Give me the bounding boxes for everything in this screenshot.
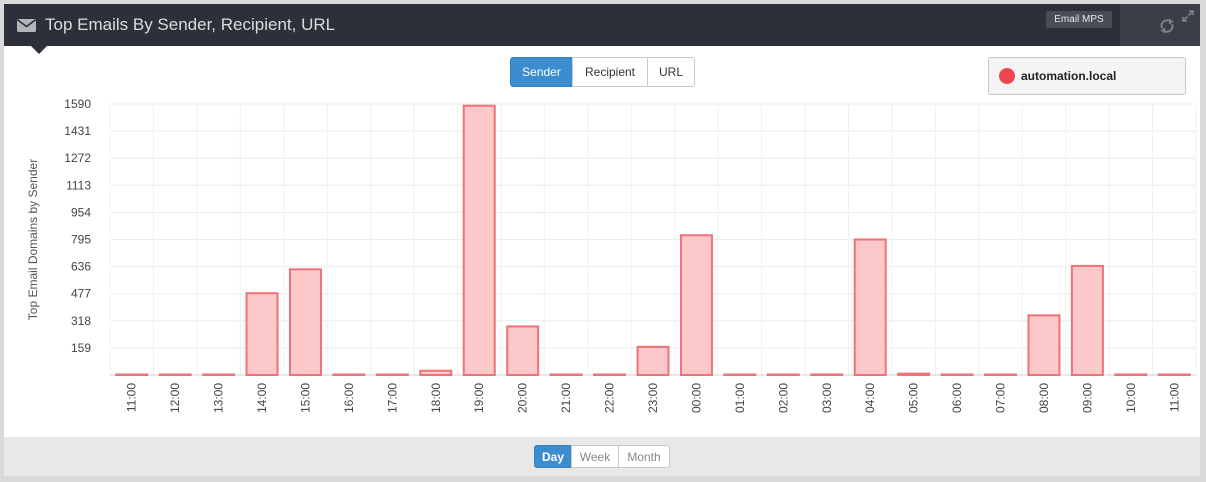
email-widget-panel: Top Emails By Sender, Recipient, URL Ema… [4,4,1200,476]
chart-bar [245,292,279,377]
chart-bar [288,268,322,377]
x-tick-label: 04:00 [863,383,877,413]
x-tick-label: 00:00 [689,383,703,413]
chart-bar [115,373,149,376]
y-axis-label: Top Email Domains by Sender [26,159,40,320]
x-tick-label: 01:00 [733,383,747,413]
x-tick-label: 03:00 [820,383,834,413]
y-tick-label: 1272 [64,151,91,165]
chart-bar [940,373,974,376]
chart-bar [897,372,931,376]
y-tick-label: 318 [71,314,91,328]
chart-bar [506,325,540,376]
x-tick-label: 23:00 [646,383,660,413]
x-tick-label: 08:00 [1037,383,1051,413]
chart-bar [636,345,670,376]
chart-bar [375,373,409,376]
x-tick-label: 11:00 [1167,383,1181,412]
y-tick-label: 954 [71,205,91,219]
x-tick-label: 14:00 [255,383,269,413]
x-tick-label: 12:00 [168,383,182,413]
y-tick-label: 795 [71,233,91,247]
chart-bar [462,104,496,376]
chart-bar [723,373,757,376]
x-tick-label: 10:00 [1124,383,1138,413]
chart-bar [419,369,453,376]
bar-chart: 1590 1431 1272 1113 954 795 636 477 318 159 Top Em… [26,97,1197,413]
x-tick-label: 21:00 [559,383,573,413]
chart-bar [810,373,844,376]
chart-bar [1070,264,1104,377]
y-tick-label: 1431 [64,124,91,138]
x-tick-label: 05:00 [907,383,921,413]
x-tick-label: 09:00 [1080,383,1094,413]
x-tick-label: 17:00 [385,383,399,413]
chart-bar [984,373,1018,376]
chart-bar [549,373,583,376]
chart-bar [593,373,627,376]
day-range-button[interactable]: Day [534,445,572,468]
x-tick-label: 13:00 [212,383,226,413]
x-tick-label: 02:00 [776,383,790,413]
x-tick-label: 18:00 [429,383,443,413]
y-tick-label: 159 [71,341,91,355]
y-tick-label: 636 [71,260,91,274]
x-tick-label: 06:00 [950,383,964,413]
x-tick-label: 19:00 [472,383,486,413]
x-tick-label: 11:00 [125,383,139,412]
week-range-button[interactable]: Week [571,445,619,468]
y-tick-label: 1113 [66,178,91,192]
x-tick-label: 22:00 [603,383,617,413]
x-tick-label: 20:00 [516,383,530,413]
month-range-button[interactable]: Month [618,445,670,468]
chart-bar [202,373,236,376]
x-tick-label: 16:00 [342,383,356,413]
chart-bar [332,373,366,376]
range-toggle-group: Day Week Month [534,445,670,468]
chart-bar [1027,314,1061,377]
y-tick-label: 477 [71,287,91,301]
range-footer: Day Week Month [4,437,1200,476]
x-tick-label: 07:00 [994,383,1008,413]
chart-bar [1157,373,1191,376]
chart-bar [158,373,192,376]
chart-bar [853,238,887,376]
chart-bar [766,373,800,376]
chart-bar [1114,373,1148,376]
x-tick-label: 15:00 [298,383,312,413]
y-tick-label: 1590 [64,97,91,111]
chart-bar [679,234,713,376]
